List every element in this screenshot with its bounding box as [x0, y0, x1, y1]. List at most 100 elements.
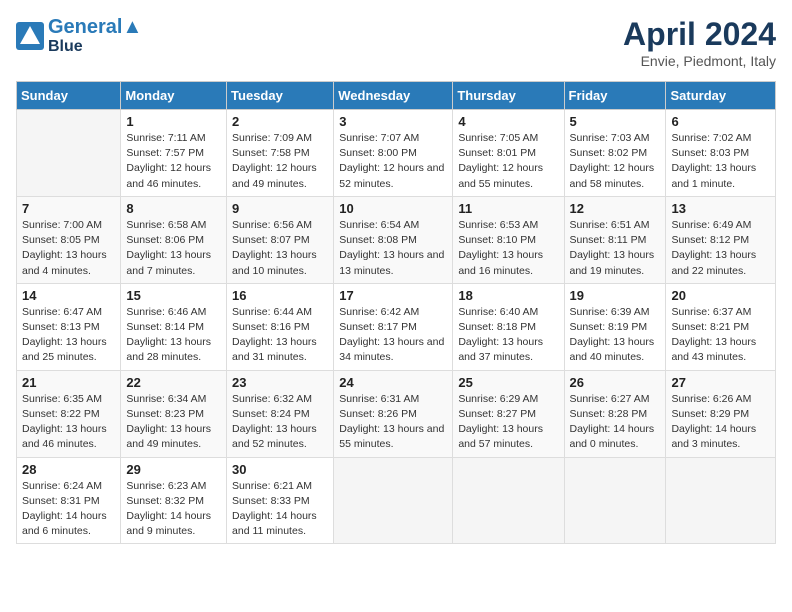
day-number: 8	[126, 201, 221, 216]
sunset-label: Sunset: 8:06 PM	[126, 234, 204, 246]
daylight-label: Daylight: 13 hours and 37 minutes.	[458, 336, 543, 363]
day-info: Sunrise: 6:54 AM Sunset: 8:08 PM Dayligh…	[339, 218, 447, 279]
day-number: 21	[22, 375, 115, 390]
sunrise-label: Sunrise: 6:23 AM	[126, 480, 206, 492]
day-info: Sunrise: 6:39 AM Sunset: 8:19 PM Dayligh…	[570, 305, 661, 366]
sunset-label: Sunset: 8:03 PM	[671, 147, 749, 159]
day-number: 9	[232, 201, 328, 216]
day-number: 20	[671, 288, 770, 303]
sunrise-label: Sunrise: 6:24 AM	[22, 480, 102, 492]
day-info: Sunrise: 6:34 AM Sunset: 8:23 PM Dayligh…	[126, 392, 221, 453]
day-number: 10	[339, 201, 447, 216]
calendar-cell: 24 Sunrise: 6:31 AM Sunset: 8:26 PM Dayl…	[334, 370, 453, 457]
sunrise-label: Sunrise: 7:03 AM	[570, 132, 650, 144]
day-info: Sunrise: 6:23 AM Sunset: 8:32 PM Dayligh…	[126, 479, 221, 540]
day-info: Sunrise: 6:35 AM Sunset: 8:22 PM Dayligh…	[22, 392, 115, 453]
sunset-label: Sunset: 8:02 PM	[570, 147, 648, 159]
day-number: 24	[339, 375, 447, 390]
sunset-label: Sunset: 7:57 PM	[126, 147, 204, 159]
daylight-label: Daylight: 13 hours and 49 minutes.	[126, 423, 211, 450]
calendar-cell	[666, 457, 776, 544]
sunset-label: Sunset: 8:33 PM	[232, 495, 310, 507]
day-info: Sunrise: 6:56 AM Sunset: 8:07 PM Dayligh…	[232, 218, 328, 279]
sunset-label: Sunset: 8:16 PM	[232, 321, 310, 333]
day-info: Sunrise: 6:29 AM Sunset: 8:27 PM Dayligh…	[458, 392, 558, 453]
calendar-cell: 12 Sunrise: 6:51 AM Sunset: 8:11 PM Dayl…	[564, 196, 666, 283]
day-info: Sunrise: 6:37 AM Sunset: 8:21 PM Dayligh…	[671, 305, 770, 366]
daylight-label: Daylight: 14 hours and 3 minutes.	[671, 423, 756, 450]
calendar-week-row: 14 Sunrise: 6:47 AM Sunset: 8:13 PM Dayl…	[17, 283, 776, 370]
sunrise-label: Sunrise: 6:34 AM	[126, 393, 206, 405]
sunrise-label: Sunrise: 6:35 AM	[22, 393, 102, 405]
day-info: Sunrise: 7:11 AM Sunset: 7:57 PM Dayligh…	[126, 131, 221, 192]
sunrise-label: Sunrise: 6:21 AM	[232, 480, 312, 492]
day-info: Sunrise: 6:32 AM Sunset: 8:24 PM Dayligh…	[232, 392, 328, 453]
sunset-label: Sunset: 8:05 PM	[22, 234, 100, 246]
day-info: Sunrise: 6:40 AM Sunset: 8:18 PM Dayligh…	[458, 305, 558, 366]
logo-icon	[16, 22, 44, 50]
day-info: Sunrise: 7:02 AM Sunset: 8:03 PM Dayligh…	[671, 131, 770, 192]
logo: General▲ Blue	[16, 16, 142, 56]
sunset-label: Sunset: 8:18 PM	[458, 321, 536, 333]
day-number: 28	[22, 462, 115, 477]
calendar-cell: 25 Sunrise: 6:29 AM Sunset: 8:27 PM Dayl…	[453, 370, 564, 457]
sunset-label: Sunset: 8:01 PM	[458, 147, 536, 159]
day-info: Sunrise: 6:49 AM Sunset: 8:12 PM Dayligh…	[671, 218, 770, 279]
sunset-label: Sunset: 8:17 PM	[339, 321, 417, 333]
day-info: Sunrise: 6:31 AM Sunset: 8:26 PM Dayligh…	[339, 392, 447, 453]
calendar-cell: 17 Sunrise: 6:42 AM Sunset: 8:17 PM Dayl…	[334, 283, 453, 370]
calendar-cell: 3 Sunrise: 7:07 AM Sunset: 8:00 PM Dayli…	[334, 110, 453, 197]
sunrise-label: Sunrise: 6:29 AM	[458, 393, 538, 405]
calendar-cell: 16 Sunrise: 6:44 AM Sunset: 8:16 PM Dayl…	[227, 283, 334, 370]
weekday-header-cell: Wednesday	[334, 82, 453, 110]
day-info: Sunrise: 7:03 AM Sunset: 8:02 PM Dayligh…	[570, 131, 661, 192]
sunset-label: Sunset: 8:10 PM	[458, 234, 536, 246]
day-info: Sunrise: 6:47 AM Sunset: 8:13 PM Dayligh…	[22, 305, 115, 366]
calendar-cell: 15 Sunrise: 6:46 AM Sunset: 8:14 PM Dayl…	[121, 283, 227, 370]
daylight-label: Daylight: 13 hours and 22 minutes.	[671, 249, 756, 276]
daylight-label: Daylight: 13 hours and 16 minutes.	[458, 249, 543, 276]
calendar-cell: 29 Sunrise: 6:23 AM Sunset: 8:32 PM Dayl…	[121, 457, 227, 544]
sunrise-label: Sunrise: 6:39 AM	[570, 306, 650, 318]
day-info: Sunrise: 6:27 AM Sunset: 8:28 PM Dayligh…	[570, 392, 661, 453]
daylight-label: Daylight: 13 hours and 1 minute.	[671, 162, 756, 189]
day-number: 4	[458, 114, 558, 129]
calendar-week-row: 21 Sunrise: 6:35 AM Sunset: 8:22 PM Dayl…	[17, 370, 776, 457]
day-number: 5	[570, 114, 661, 129]
page-header: General▲ Blue April 2024 Envie, Piedmont…	[16, 16, 776, 69]
daylight-label: Daylight: 14 hours and 9 minutes.	[126, 510, 211, 537]
calendar-cell: 30 Sunrise: 6:21 AM Sunset: 8:33 PM Dayl…	[227, 457, 334, 544]
day-info: Sunrise: 7:09 AM Sunset: 7:58 PM Dayligh…	[232, 131, 328, 192]
calendar-cell: 27 Sunrise: 6:26 AM Sunset: 8:29 PM Dayl…	[666, 370, 776, 457]
calendar-cell: 7 Sunrise: 7:00 AM Sunset: 8:05 PM Dayli…	[17, 196, 121, 283]
daylight-label: Daylight: 13 hours and 25 minutes.	[22, 336, 107, 363]
daylight-label: Daylight: 13 hours and 34 minutes.	[339, 336, 444, 363]
sunset-label: Sunset: 8:26 PM	[339, 408, 417, 420]
sunrise-label: Sunrise: 7:09 AM	[232, 132, 312, 144]
sunrise-label: Sunrise: 6:37 AM	[671, 306, 751, 318]
sunset-label: Sunset: 8:13 PM	[22, 321, 100, 333]
day-number: 7	[22, 201, 115, 216]
daylight-label: Daylight: 13 hours and 13 minutes.	[339, 249, 444, 276]
calendar-week-row: 28 Sunrise: 6:24 AM Sunset: 8:31 PM Dayl…	[17, 457, 776, 544]
calendar-cell: 1 Sunrise: 7:11 AM Sunset: 7:57 PM Dayli…	[121, 110, 227, 197]
calendar-cell: 19 Sunrise: 6:39 AM Sunset: 8:19 PM Dayl…	[564, 283, 666, 370]
day-info: Sunrise: 7:07 AM Sunset: 8:00 PM Dayligh…	[339, 131, 447, 192]
logo-line1: General	[48, 16, 122, 38]
sunset-label: Sunset: 8:32 PM	[126, 495, 204, 507]
day-number: 14	[22, 288, 115, 303]
calendar-cell: 20 Sunrise: 6:37 AM Sunset: 8:21 PM Dayl…	[666, 283, 776, 370]
sunrise-label: Sunrise: 6:40 AM	[458, 306, 538, 318]
daylight-label: Daylight: 14 hours and 6 minutes.	[22, 510, 107, 537]
day-number: 11	[458, 201, 558, 216]
day-info: Sunrise: 6:53 AM Sunset: 8:10 PM Dayligh…	[458, 218, 558, 279]
sunrise-label: Sunrise: 7:00 AM	[22, 219, 102, 231]
day-info: Sunrise: 6:46 AM Sunset: 8:14 PM Dayligh…	[126, 305, 221, 366]
day-number: 18	[458, 288, 558, 303]
sunset-label: Sunset: 8:12 PM	[671, 234, 749, 246]
weekday-header-cell: Thursday	[453, 82, 564, 110]
sunset-label: Sunset: 8:00 PM	[339, 147, 417, 159]
day-number: 12	[570, 201, 661, 216]
sunset-label: Sunset: 8:21 PM	[671, 321, 749, 333]
calendar-cell: 23 Sunrise: 6:32 AM Sunset: 8:24 PM Dayl…	[227, 370, 334, 457]
